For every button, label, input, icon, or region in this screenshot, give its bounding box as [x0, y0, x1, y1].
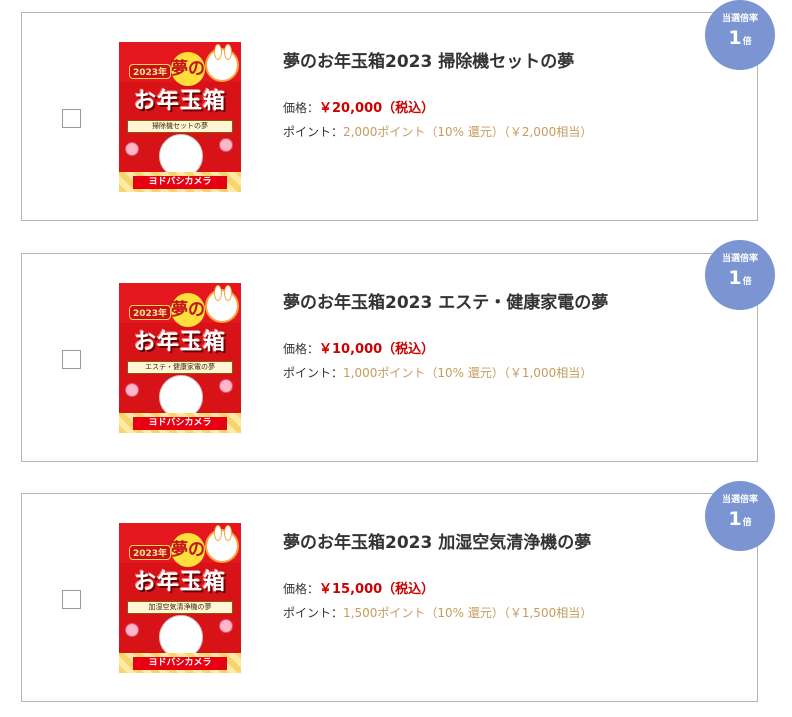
product-card: 2023年 夢の お年玉箱 掃除機セットの夢 ヨドバシカメラ 夢のお年玉箱202…	[21, 12, 758, 221]
flower-icon	[125, 142, 139, 156]
points-value: 2,000ポイント（10% 還元）（￥2,000相当）	[343, 125, 593, 139]
product-card: 2023年 夢の お年玉箱 加湿空気清浄機の夢 ヨドバシカメラ 夢のお年玉箱20…	[21, 493, 758, 702]
price-label: 価格：	[283, 101, 320, 115]
image-title: お年玉箱	[133, 569, 226, 595]
product-card: 2023年 夢の お年玉箱 エステ・健康家電の夢 ヨドバシカメラ 夢のお年玉箱2…	[21, 253, 758, 462]
flower-icon	[125, 383, 139, 397]
points-label: ポイント：	[283, 606, 344, 620]
price-label: 価格：	[283, 342, 320, 356]
yodobashi-logo: ヨドバシカメラ	[133, 176, 227, 189]
product-title[interactable]: 夢のお年玉箱2023 加湿空気清浄機の夢	[283, 528, 591, 553]
price-row: 価格：￥20,000（税込）	[283, 97, 434, 116]
rabbit-icon	[205, 285, 239, 323]
yodobashi-logo: ヨドバシカメラ	[133, 417, 227, 430]
image-yume: 夢の	[171, 533, 205, 567]
badge-number: 1	[728, 267, 742, 289]
points-label: ポイント：	[283, 366, 344, 380]
badge-number: 1	[728, 27, 742, 49]
image-year: 2023年	[129, 64, 172, 79]
product-title[interactable]: 夢のお年玉箱2023 エステ・健康家電の夢	[283, 288, 608, 313]
rabbit-icon	[205, 44, 239, 82]
yodobashi-logo: ヨドバシカメラ	[133, 657, 227, 670]
rabbit-icon	[205, 525, 239, 563]
image-ribbon: エステ・健康家電の夢	[127, 361, 233, 374]
image-year: 2023年	[129, 305, 172, 320]
flower-icon	[219, 619, 233, 633]
points-row: ポイント：1,000ポイント（10% 還元）（￥1,000相当）	[283, 364, 592, 381]
image-yume: 夢の	[171, 52, 205, 86]
badge-label: 当選倍率	[721, 495, 758, 505]
product-image[interactable]: 2023年 夢の お年玉箱 掃除機セットの夢 ヨドバシカメラ	[119, 42, 241, 192]
points-row: ポイント：1,500ポイント（10% 還元）（￥1,500相当）	[283, 604, 592, 621]
badge-unit: 倍	[742, 37, 752, 47]
product-image[interactable]: 2023年 夢の お年玉箱 加湿空気清浄機の夢 ヨドバシカメラ	[119, 523, 241, 673]
price-value: ￥10,000（税込）	[319, 342, 435, 357]
flower-icon	[219, 138, 233, 152]
image-ribbon: 掃除機セットの夢	[127, 120, 233, 133]
badge-label: 当選倍率	[721, 254, 758, 264]
points-row: ポイント：2,000ポイント（10% 還元）（￥2,000相当）	[283, 123, 592, 140]
image-ribbon: 加湿空気清浄機の夢	[127, 601, 233, 614]
badge-number: 1	[728, 508, 742, 530]
select-checkbox[interactable]	[62, 109, 81, 128]
select-checkbox[interactable]	[62, 350, 81, 369]
image-yume: 夢の	[171, 293, 205, 327]
flower-icon	[219, 379, 233, 393]
points-value: 1,000ポイント（10% 還元）（￥1,000相当）	[343, 366, 593, 380]
points-value: 1,500ポイント（10% 還元）（￥1,500相当）	[343, 606, 593, 620]
odds-badge: 当選倍率 1倍	[705, 481, 775, 551]
price-value: ￥15,000（税込）	[319, 582, 435, 597]
badge-label: 当選倍率	[721, 14, 758, 24]
badge-unit: 倍	[742, 518, 752, 528]
image-year: 2023年	[129, 545, 172, 560]
flower-icon	[125, 623, 139, 637]
price-label: 価格：	[283, 582, 320, 596]
image-title: お年玉箱	[133, 88, 226, 114]
badge-unit: 倍	[742, 277, 752, 287]
price-value: ￥20,000（税込）	[319, 101, 435, 116]
product-title[interactable]: 夢のお年玉箱2023 掃除機セットの夢	[283, 47, 574, 72]
select-checkbox[interactable]	[62, 590, 81, 609]
product-image[interactable]: 2023年 夢の お年玉箱 エステ・健康家電の夢 ヨドバシカメラ	[119, 283, 241, 433]
odds-badge: 当選倍率 1倍	[705, 0, 775, 70]
price-row: 価格：￥15,000（税込）	[283, 578, 434, 597]
odds-badge: 当選倍率 1倍	[705, 240, 775, 310]
image-title: お年玉箱	[133, 329, 226, 355]
price-row: 価格：￥10,000（税込）	[283, 338, 434, 357]
points-label: ポイント：	[283, 125, 344, 139]
